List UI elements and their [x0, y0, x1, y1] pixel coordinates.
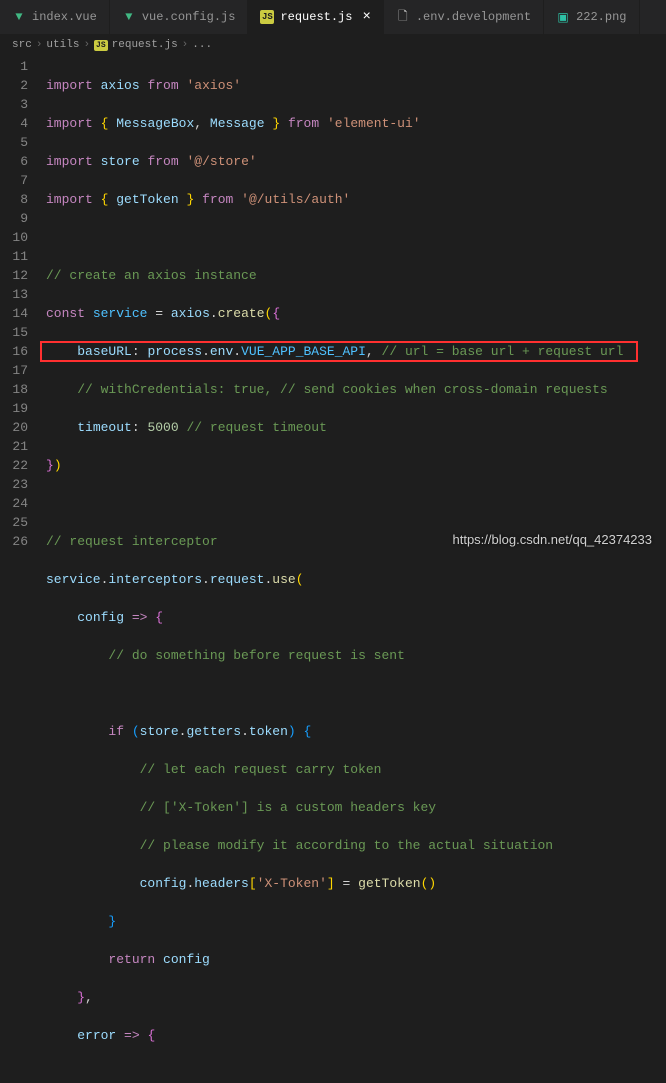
line-numbers: 12345 678910 1112131415 1617181920 21222… — [0, 55, 46, 1083]
tab-request-js[interactable]: JS request.js × — [248, 0, 383, 34]
code-line — [46, 228, 666, 247]
code-line: import axios from 'axios' — [46, 76, 666, 95]
code-line: // ['X-Token'] is a custom headers key — [46, 798, 666, 817]
editor-tabs: ▼ index.vue ▼ vue.config.js JS request.j… — [0, 0, 666, 35]
code-line: }) — [46, 456, 666, 475]
code-line: if (store.getters.token) { — [46, 722, 666, 741]
tab-index-vue[interactable]: ▼ index.vue — [0, 0, 110, 34]
tab-222-png[interactable]: ▣ 222.png — [544, 0, 639, 34]
code-content[interactable]: import axios from 'axios' import { Messa… — [46, 55, 666, 1083]
code-line-highlighted: baseURL: process.env.VUE_APP_BASE_API, /… — [46, 342, 666, 361]
code-line: service.interceptors.request.use( — [46, 570, 666, 589]
code-line: config => { — [46, 608, 666, 627]
breadcrumb-item[interactable]: utils — [46, 39, 79, 51]
code-line — [46, 494, 666, 513]
code-line: // withCredentials: true, // send cookie… — [46, 380, 666, 399]
code-line: } — [46, 912, 666, 931]
tab-label: vue.config.js — [142, 10, 236, 24]
chevron-right-icon: › — [83, 39, 90, 51]
vue-icon: ▼ — [122, 10, 136, 24]
code-line: import { MessageBox, Message } from 'ele… — [46, 114, 666, 133]
breadcrumb-item: ... — [192, 39, 212, 51]
breadcrumb-item[interactable]: src — [12, 39, 32, 51]
watermark: https://blog.csdn.net/qq_42374233 — [453, 532, 653, 547]
close-icon[interactable]: × — [362, 9, 370, 25]
tab-label: .env.development — [416, 10, 531, 24]
chevron-right-icon: › — [36, 39, 43, 51]
code-editor[interactable]: 12345 678910 1112131415 1617181920 21222… — [0, 55, 666, 1083]
code-line: const service = axios.create({ — [46, 304, 666, 323]
code-line — [46, 684, 666, 703]
chevron-right-icon: › — [182, 39, 189, 51]
js-icon: JS — [260, 10, 274, 24]
tab-label: 222.png — [576, 10, 626, 24]
code-line: }, — [46, 988, 666, 1007]
code-line: import { getToken } from '@/utils/auth' — [46, 190, 666, 209]
tab-env-dev[interactable]: 🗋 .env.development — [384, 0, 544, 34]
code-line: import store from '@/store' — [46, 152, 666, 171]
code-line: // let each request carry token — [46, 760, 666, 779]
code-line: config.headers['X-Token'] = getToken() — [46, 874, 666, 893]
breadcrumb-item[interactable]: request.js — [112, 39, 178, 51]
code-line: // create an axios instance — [46, 266, 666, 285]
tab-vue-config[interactable]: ▼ vue.config.js — [110, 0, 249, 34]
code-line: // do something before request is sent — [46, 646, 666, 665]
tab-label: request.js — [280, 10, 352, 24]
code-line: error => { — [46, 1026, 666, 1045]
code-line: timeout: 5000 // request timeout — [46, 418, 666, 437]
breadcrumb: src › utils › JS request.js › ... — [0, 35, 666, 55]
js-icon: JS — [94, 40, 108, 51]
tab-label: index.vue — [32, 10, 97, 24]
vue-icon: ▼ — [12, 10, 26, 24]
code-line: // please modify it according to the act… — [46, 836, 666, 855]
image-icon: ▣ — [556, 10, 570, 24]
code-line: return config — [46, 950, 666, 969]
file-icon: 🗋 — [396, 10, 410, 24]
